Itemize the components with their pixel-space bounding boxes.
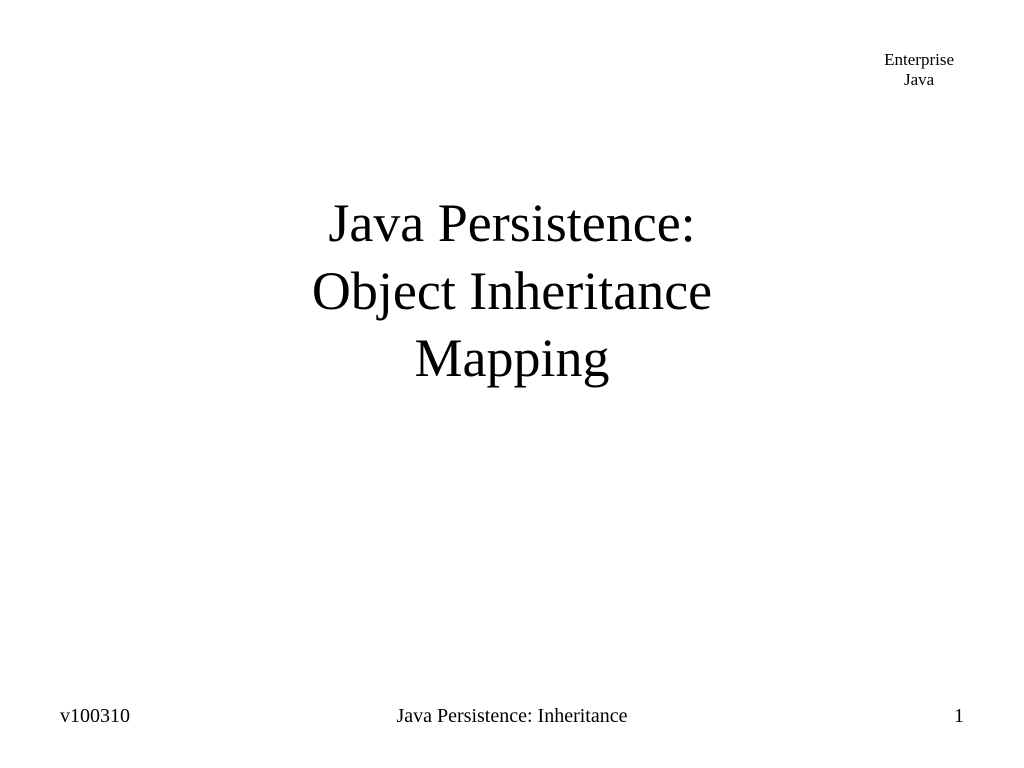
header-line-1: Enterprise: [884, 50, 954, 70]
footer-title: Java Persistence: Inheritance: [361, 705, 662, 728]
slide-title: Java Persistence: Object Inheritance Map…: [0, 190, 1024, 393]
header-line-2: Java: [884, 70, 954, 90]
footer-page-number: 1: [663, 705, 964, 728]
footer-version: v100310: [60, 705, 361, 728]
slide-footer: v100310 Java Persistence: Inheritance 1: [0, 705, 1024, 728]
title-line-1: Java Persistence:: [0, 190, 1024, 258]
title-line-2: Object Inheritance: [0, 258, 1024, 326]
header-label: Enterprise Java: [884, 50, 954, 91]
title-line-3: Mapping: [0, 325, 1024, 393]
